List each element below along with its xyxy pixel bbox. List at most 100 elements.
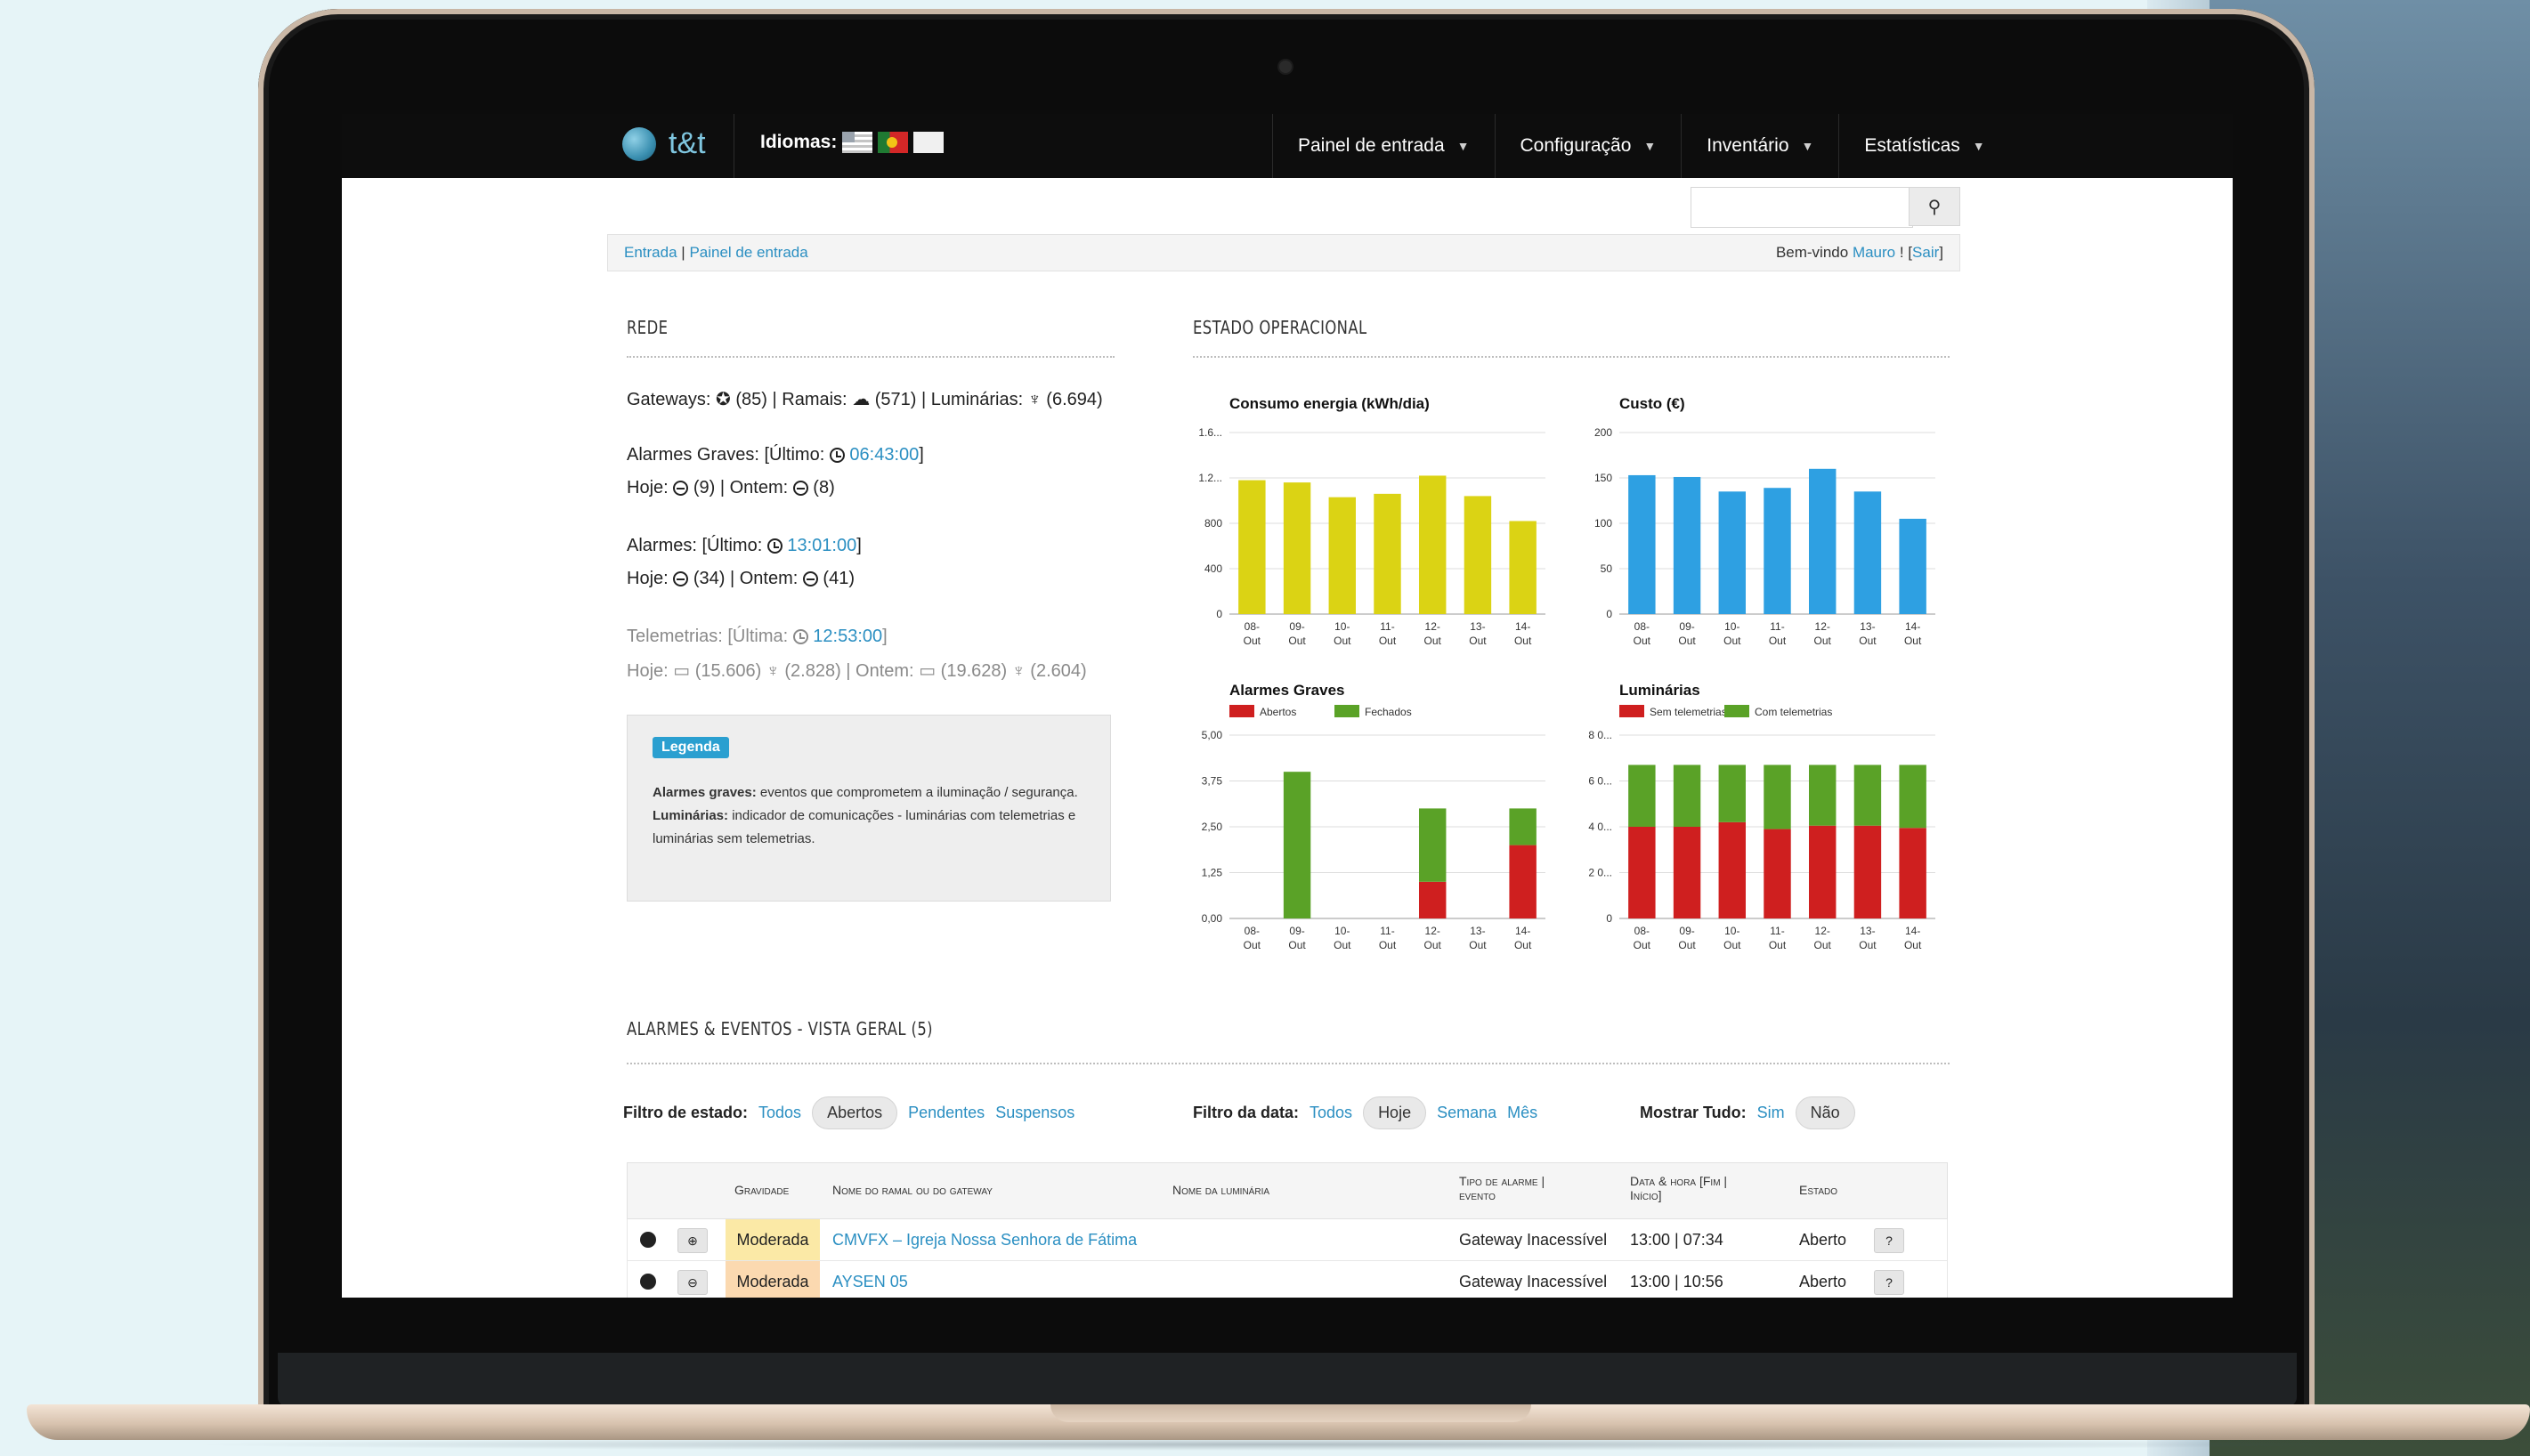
- bar: [1673, 476, 1701, 614]
- x-tick-label: 10-: [1724, 925, 1739, 937]
- alarmes-label: Alarmes: [Último:: [627, 536, 763, 555]
- main-menu: Painel de entrada ▼ Configuração ▼ Inventá…: [1272, 114, 2010, 178]
- top-navbar: t&t Idiomas: Painel de entrada ▼ Configur…: [342, 114, 2233, 178]
- globe-icon: [622, 126, 656, 161]
- minus-circle-icon: [792, 481, 808, 496]
- x-tick-label: Out: [1244, 635, 1261, 647]
- alarm-type: Gateway Inacessível: [1459, 1230, 1608, 1249]
- alarmes-title: Alarmes & Eventos - Vista geral (5): [627, 1018, 933, 1039]
- menu-configuracao[interactable]: Configuração ▼: [1494, 114, 1682, 178]
- col-nome-ramal[interactable]: Nome do ramal ou do gateway: [832, 1183, 993, 1197]
- logout-link[interactable]: Sair: [1912, 244, 1939, 261]
- bar: [1673, 827, 1701, 918]
- welcome-text: Bem-vindo: [1775, 244, 1849, 261]
- clock-icon: [792, 629, 808, 644]
- graves-time-link[interactable]: 06:43:00: [849, 445, 919, 465]
- x-tick-label: 09-: [1289, 620, 1304, 633]
- x-tick-label: 13-: [1470, 925, 1485, 937]
- col-gravidade[interactable]: Gravidade: [734, 1183, 789, 1197]
- flag-other-icon[interactable]: [913, 132, 945, 153]
- x-tick-label: Out: [1469, 939, 1487, 951]
- menu-label: Painel de entrada: [1298, 135, 1445, 156]
- flag-en-icon[interactable]: [842, 132, 873, 153]
- legend-swatch: [1334, 705, 1359, 717]
- collapse-button[interactable]: ⊖: [677, 1270, 708, 1295]
- y-tick-label: 4 0...: [1588, 821, 1612, 833]
- bar: [1718, 491, 1746, 614]
- menu-painel-de-entrada[interactable]: Painel de entrada ▼: [1272, 114, 1495, 178]
- filter-mostrar-sim[interactable]: Sim: [1757, 1104, 1785, 1122]
- bar: [1509, 521, 1537, 614]
- welcome-suffix: ! [: [1899, 244, 1913, 261]
- x-tick-label: 12-: [1425, 925, 1440, 937]
- x-tick-label: 10-: [1724, 620, 1739, 633]
- alarmes-time-link[interactable]: 13:01:00: [787, 536, 856, 555]
- x-tick-label: 09-: [1679, 620, 1694, 633]
- filter-data-semana[interactable]: Semana: [1437, 1104, 1496, 1122]
- alarm-status: Aberto: [1799, 1272, 1847, 1290]
- bar: [1673, 764, 1701, 827]
- action-button[interactable]: ?: [1874, 1228, 1904, 1253]
- bar: [1809, 468, 1837, 614]
- breadcrumb-home[interactable]: Entrada: [624, 244, 677, 261]
- x-tick-label: 11-: [1380, 620, 1394, 633]
- col-tipo[interactable]: Tipo de alarme | evento: [1459, 1174, 1545, 1202]
- alarmes-graves-line: Alarmes Graves: [Último: 06:43:00]: [627, 445, 924, 465]
- table-row[interactable]: ⊕ Moderada CMVFX – Igreja Nossa Senhora …: [627, 1219, 1948, 1261]
- brand-name: t&t: [669, 126, 706, 160]
- search-button[interactable]: ⚲: [1909, 187, 1960, 226]
- filter-estado-todos[interactable]: Todos: [758, 1104, 801, 1122]
- col-estado[interactable]: Estado: [1799, 1183, 1837, 1197]
- table-row[interactable]: ⊖ Moderada AYSEN 05 Gateway Inacessível …: [627, 1261, 1948, 1298]
- flag-pt-icon[interactable]: [878, 132, 909, 153]
- bar: [1328, 497, 1356, 614]
- search-input[interactable]: [1691, 187, 1913, 228]
- legend-box: Legenda Alarmes graves: eventos que comp…: [627, 715, 1111, 902]
- filter-estado-suspensos[interactable]: Suspensos: [995, 1104, 1074, 1122]
- user-link[interactable]: Mauro: [1853, 244, 1895, 261]
- x-tick-label: Out: [1723, 635, 1741, 647]
- alarm-status: Aberto: [1799, 1230, 1847, 1249]
- caret-down-icon: ▼: [1456, 139, 1470, 153]
- col-nome-luminaria[interactable]: Nome da luminária: [1172, 1183, 1269, 1197]
- gateway-link[interactable]: AYSEN 05: [832, 1261, 908, 1298]
- telemetrias-time-link[interactable]: 12:53:00: [813, 627, 882, 646]
- filter-estado-abertos[interactable]: Abertos: [812, 1096, 898, 1129]
- menu-inventario[interactable]: Inventário ▼: [1681, 114, 1838, 178]
- breadcrumb-current[interactable]: Painel de entrada: [689, 244, 807, 261]
- expand-button[interactable]: ⊕: [677, 1228, 708, 1253]
- filter-mostrar-nao[interactable]: Não: [1795, 1096, 1855, 1129]
- x-tick-label: 12-: [1425, 620, 1440, 633]
- bar: [1764, 764, 1791, 829]
- gateways-count: (85): [735, 390, 767, 409]
- x-tick-label: Out: [1769, 939, 1787, 951]
- legend-tag: Legenda: [653, 737, 729, 758]
- menu-estatisticas[interactable]: Estatísticas ▼: [1838, 114, 2009, 178]
- laptop-bezel: [278, 1353, 2297, 1406]
- x-tick-label: Out: [1678, 939, 1696, 951]
- filter-data-hoje[interactable]: Hoje: [1363, 1096, 1427, 1129]
- x-tick-label: 08-: [1245, 620, 1260, 633]
- alarmes-divider: [627, 1063, 1950, 1064]
- image-icon: ▭: [673, 661, 691, 681]
- bar: [1764, 488, 1791, 614]
- col-data[interactable]: Data & hora [Fim | Início]: [1630, 1174, 1727, 1202]
- bar: [1374, 493, 1401, 614]
- y-tick-label: 400: [1204, 562, 1222, 575]
- filter-data-todos[interactable]: Todos: [1310, 1104, 1352, 1122]
- action-button[interactable]: ?: [1874, 1270, 1904, 1295]
- legend-label: Fechados: [1365, 706, 1412, 718]
- menu-label: Configuração: [1520, 135, 1632, 156]
- col-data-line1: Data & hora [Fim |: [1630, 1174, 1728, 1188]
- gateway-link[interactable]: CMVFX – Igreja Nossa Senhora de Fátima: [832, 1219, 1137, 1260]
- bracket-close: ]: [856, 536, 862, 555]
- filter-estado-pendentes[interactable]: Pendentes: [908, 1104, 985, 1122]
- graves-yesterday-count: (8): [813, 478, 835, 497]
- brand-logo[interactable]: t&t: [622, 126, 706, 161]
- rede-counts: Gateways: ✪ (85) | Ramais: ☁ (571) | Lum…: [627, 388, 1103, 410]
- minus-circle-icon: [802, 571, 818, 586]
- filter-data-mes[interactable]: Mês: [1507, 1104, 1537, 1122]
- bar: [1464, 496, 1492, 614]
- clock-icon: [766, 538, 783, 554]
- x-tick-label: 11-: [1380, 925, 1394, 937]
